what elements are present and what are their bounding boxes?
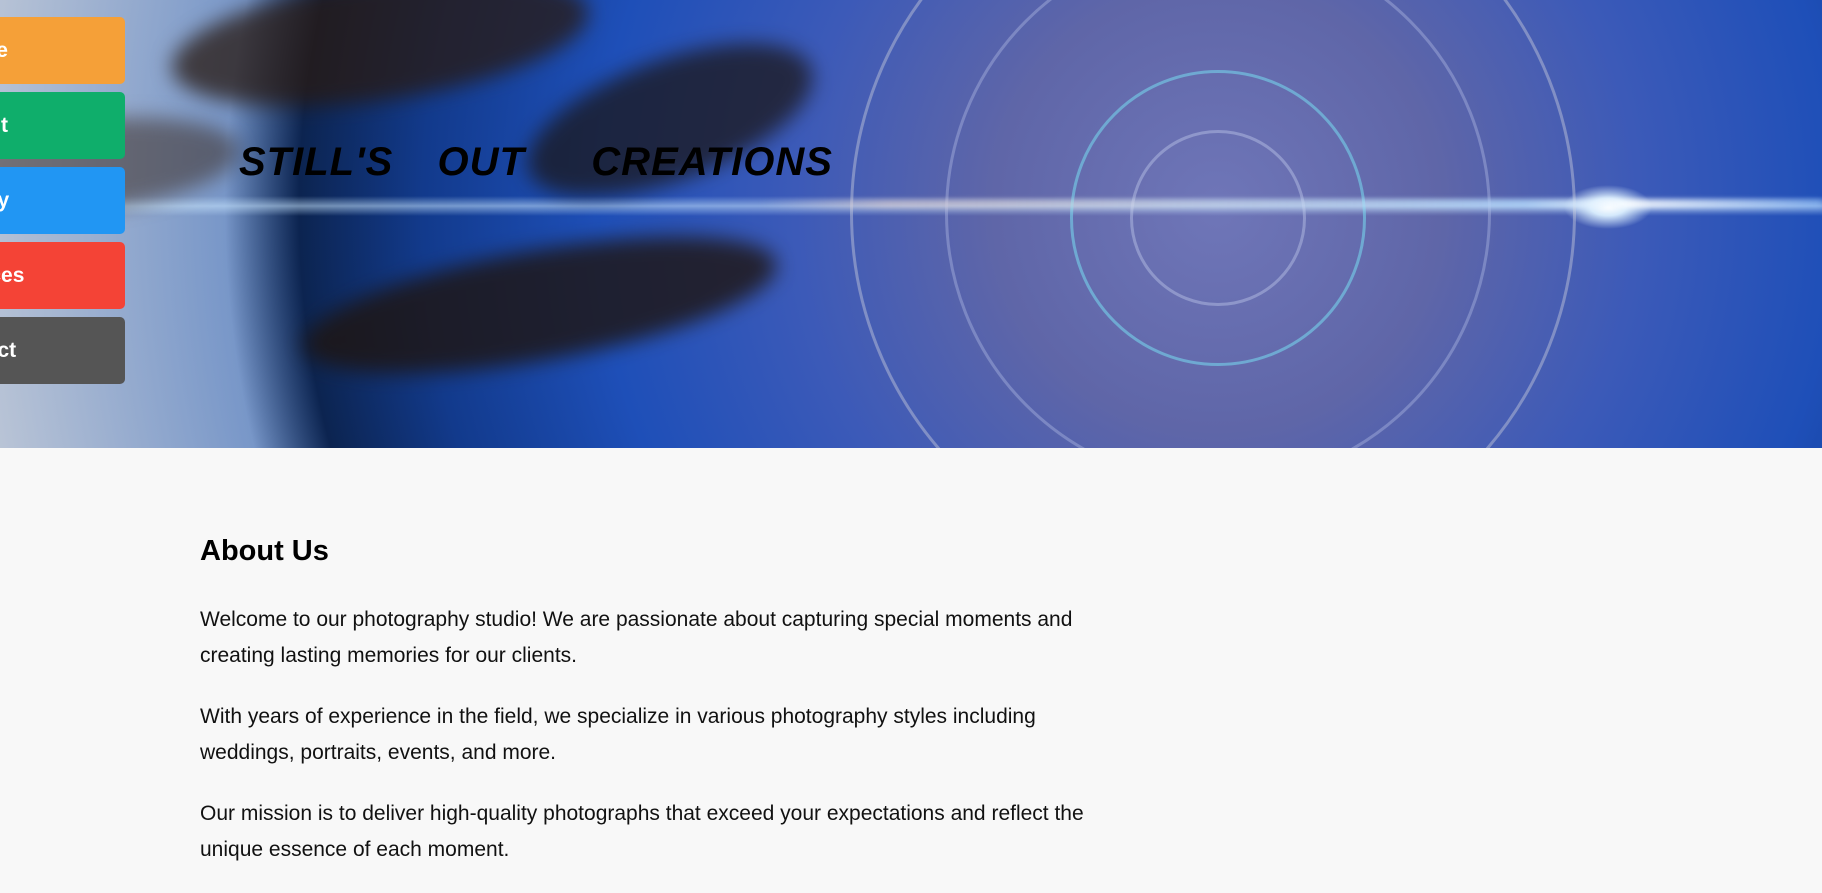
about-section: About Us Welcome to our photography stud… (200, 530, 1100, 893)
nav-button-label: Gallery (0, 188, 10, 212)
nav-button-home[interactable]: Home (0, 17, 125, 84)
nav-button-label: Services (0, 263, 25, 287)
nav-button-gallery[interactable]: Gallery (0, 167, 125, 234)
nav-button-contact[interactable]: Contact (0, 317, 125, 384)
about-paragraph: Welcome to our photography studio! We ar… (200, 608, 1073, 667)
lens-ring (1130, 130, 1306, 306)
nav-button-label: Contact (0, 338, 17, 362)
side-nav: Home About Gallery Services Contact (0, 17, 125, 392)
lens-flare (760, 200, 1822, 208)
hero-banner: STILL'S OUT CREATIONS (0, 0, 1822, 448)
banner-image-stripe (163, 0, 597, 129)
about-paragraph: Our mission is to deliver high-quality p… (200, 802, 1084, 861)
nav-button-label: Home (0, 38, 8, 62)
about-paragraph: With years of experience in the field, w… (200, 705, 1036, 764)
nav-button-about[interactable]: About (0, 92, 125, 159)
section-heading: About Us (200, 535, 329, 567)
nav-button-services[interactable]: Services (0, 242, 125, 309)
nav-button-label: About (0, 113, 8, 137)
banner-image-stripe (294, 209, 786, 401)
site-title: STILL'S OUT CREATIONS (239, 140, 833, 184)
